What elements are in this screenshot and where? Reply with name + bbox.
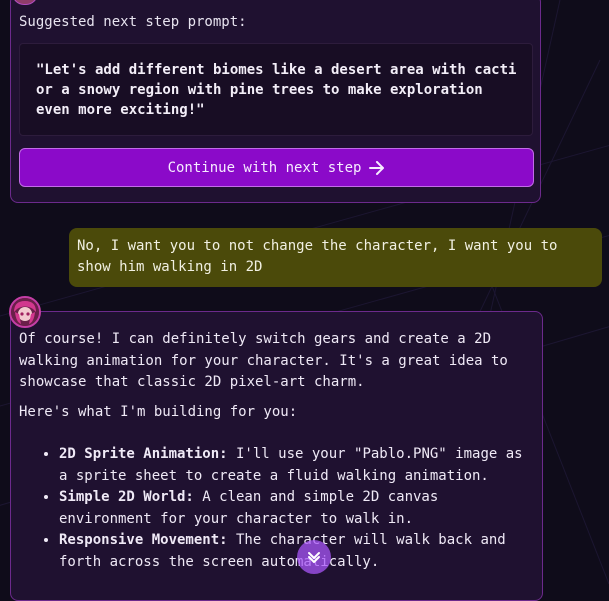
scroll-down-button[interactable] <box>297 540 331 574</box>
feature-title: 2D Sprite Animation: <box>59 446 228 462</box>
continue-button-label: Continue with next step <box>167 159 362 176</box>
suggested-prompt[interactable]: "Let's add different biomes like a deser… <box>19 43 533 136</box>
user-message-bubble: No, I want you to not change the charact… <box>69 228 602 287</box>
assistant-avatar <box>9 296 41 328</box>
suggestion-label: Suggested next step prompt: <box>19 14 247 30</box>
assistant-intro-line: showcase that classic 2D pixel-art charm… <box>19 374 365 390</box>
chevron-down-icon <box>308 552 320 563</box>
feature-list: 2D Sprite Animation: I'll use your "Pabl… <box>19 444 539 573</box>
user-message-line: show him walking in 2D <box>77 259 263 275</box>
list-item: Simple 2D World: A clean and simple 2D c… <box>59 487 539 530</box>
plan-intro: Here's what I'm building for you: <box>19 404 298 420</box>
feature-title: Simple 2D World: <box>59 489 194 505</box>
prompt-line: "Let's add different biomes like a deser… <box>36 62 517 78</box>
feature-title: Responsive Movement: <box>59 532 228 548</box>
assistant-intro-line: Of course! I can definitely switch gears… <box>19 331 492 347</box>
list-item: 2D Sprite Animation: I'll use your "Pabl… <box>59 444 539 487</box>
arrow-right-icon <box>369 160 385 175</box>
prompt-line: or a snowy region with pine trees to mak… <box>36 82 483 98</box>
continue-next-step-button[interactable]: Continue with next step <box>19 148 534 187</box>
prompt-line: even more exciting!" <box>36 102 205 118</box>
assistant-intro-line: walking animation for your character. It… <box>19 352 508 369</box>
user-message-line: No, I want you to not change the charact… <box>77 238 558 254</box>
assistant-intro: Of course! I can definitely switch gears… <box>19 329 534 394</box>
